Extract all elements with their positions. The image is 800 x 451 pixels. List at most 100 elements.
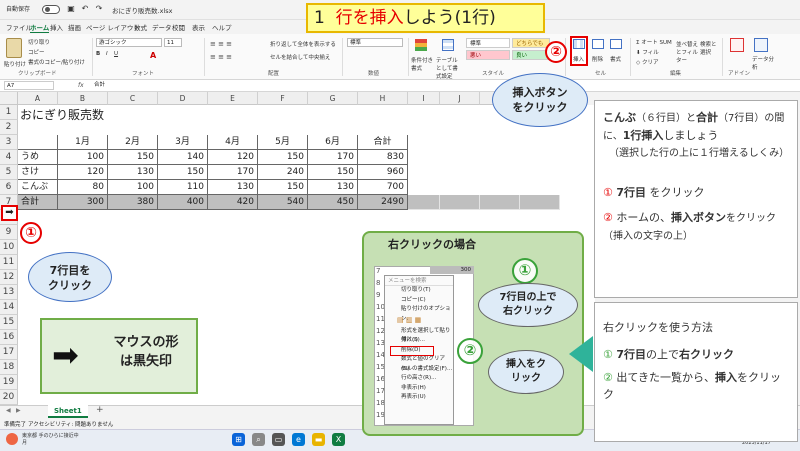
column-header[interactable]: E <box>208 92 258 105</box>
fx-icon[interactable]: fx <box>78 82 84 89</box>
context-menu-item[interactable]: ▤ ▥ ▦ <box>385 315 453 327</box>
format-painter-button[interactable]: 書式のコピー/貼り付け <box>28 58 85 66</box>
name-box[interactable]: A7 <box>4 81 54 90</box>
addins-icon[interactable] <box>730 38 744 52</box>
excel-icon[interactable]: X <box>332 433 345 446</box>
context-menu-item[interactable]: 非表示(H) <box>385 384 453 394</box>
context-menu-item[interactable]: コピー(C) <box>385 296 453 306</box>
row-header[interactable]: 10 <box>0 240 18 255</box>
table-cell[interactable]: 80 <box>58 180 108 195</box>
sort-filter-button[interactable]: 並べ替えとフィルター <box>676 40 698 64</box>
table-cell[interactable]: 170 <box>208 165 258 180</box>
table-cell[interactable]: 120 <box>58 165 108 180</box>
row-header[interactable]: 17 <box>0 345 18 360</box>
align-icons[interactable]: ≡ ≡ ≡ <box>210 40 232 48</box>
font-color-icon[interactable]: A <box>150 51 156 60</box>
delete-button[interactable]: 削除 <box>592 55 603 63</box>
find-select-button[interactable]: 検索と選択 <box>700 40 718 56</box>
tab-home[interactable]: ホーム <box>30 22 50 33</box>
context-menu-item[interactable]: 切り取り(T) <box>385 286 453 296</box>
table-cell[interactable]: 700 <box>358 180 408 195</box>
sheet-tab-sheet1[interactable]: Sheet1 <box>48 405 88 418</box>
add-sheet-button[interactable]: + <box>96 405 104 415</box>
row-header[interactable]: 16 <box>0 330 18 345</box>
cut-button[interactable]: 切り取り <box>28 38 50 46</box>
paste-options-icons[interactable]: ▤ ▥ ▦ <box>397 316 421 326</box>
sheet-title-cell[interactable]: おにぎり販売数 <box>20 106 104 123</box>
tab-page-layout[interactable]: ページ レイアウト <box>86 22 140 32</box>
table-cell[interactable]: 100 <box>58 150 108 165</box>
weather-text[interactable]: 東京都 手のひらに接近中 <box>22 432 79 439</box>
task-view-icon[interactable]: ▭ <box>272 433 285 446</box>
table-cell[interactable]: 420 <box>208 195 258 210</box>
table-cell[interactable]: 2490 <box>358 195 408 210</box>
context-menu-item[interactable]: 挿入(I) <box>385 336 453 346</box>
table-cell[interactable] <box>480 195 520 210</box>
table-cell[interactable]: 130 <box>308 180 358 195</box>
table-cell[interactable]: 300 <box>58 195 108 210</box>
row-header[interactable]: 12 <box>0 270 18 285</box>
table-cell[interactable]: 6月 <box>308 135 358 150</box>
row-header[interactable]: 2 <box>0 120 18 135</box>
tab-scroll-left-icon[interactable]: ◀ <box>6 407 11 414</box>
table-cell[interactable]: 100 <box>108 180 158 195</box>
font-name-select[interactable]: 游ゴシック <box>96 38 162 47</box>
delete-cells-icon[interactable] <box>592 39 604 49</box>
context-menu-item[interactable]: セルの書式設定(F)... <box>385 365 453 375</box>
tab-file[interactable]: ファイル <box>6 22 32 32</box>
tab-view[interactable]: 表示 <box>192 22 205 32</box>
table-cell[interactable]: うめ <box>18 150 58 165</box>
column-header[interactable]: I <box>408 92 440 105</box>
table-cell[interactable] <box>520 195 560 210</box>
tab-formulas[interactable]: 数式 <box>134 22 147 32</box>
table-cell[interactable]: 140 <box>158 150 208 165</box>
column-header[interactable]: F <box>258 92 308 105</box>
table-cell[interactable]: 4月 <box>208 135 258 150</box>
insert-button[interactable]: 挿入 <box>573 55 584 63</box>
format-table-button[interactable]: テーブルとして書式設定 <box>436 56 460 80</box>
autosave-toggle[interactable] <box>42 5 60 14</box>
conditional-format-icon[interactable] <box>415 39 427 51</box>
row-header[interactable]: 20 <box>0 390 18 405</box>
format-cells-icon[interactable] <box>610 39 622 49</box>
table-cell[interactable]: 合計 <box>358 135 408 150</box>
table-cell[interactable]: 130 <box>108 165 158 180</box>
table-cell[interactable]: 240 <box>258 165 308 180</box>
bold-icon[interactable]: B <box>96 51 100 57</box>
tab-scroll-right-icon[interactable]: ▶ <box>16 407 21 414</box>
search-icon[interactable]: ⌕ <box>252 433 265 446</box>
row-header[interactable]: 13 <box>0 285 18 300</box>
edge-icon[interactable]: e <box>292 433 305 446</box>
clear-button[interactable]: ◇ クリア <box>636 58 659 66</box>
column-header[interactable]: D <box>158 92 208 105</box>
row-header[interactable]: 9 <box>0 225 18 240</box>
table-cell[interactable] <box>440 195 480 210</box>
row-header[interactable]: 14 <box>0 300 18 315</box>
merge-center-button[interactable]: セルを結合して中央揃え <box>270 53 330 61</box>
paste-icon[interactable] <box>6 38 22 58</box>
paste-button[interactable]: 貼り付け <box>4 60 26 68</box>
style-bad[interactable]: 悪い <box>466 50 510 60</box>
align-icons-2[interactable]: ≡ ≡ ≡ <box>210 53 232 61</box>
table-cell[interactable]: 450 <box>308 195 358 210</box>
select-all-corner[interactable] <box>0 92 18 105</box>
status-accessibility[interactable]: アクセシビリティ: 問題ありません <box>28 420 113 428</box>
weather-icon[interactable] <box>6 433 18 445</box>
column-header[interactable]: H <box>358 92 408 105</box>
copy-button[interactable]: コピー <box>28 48 45 56</box>
row-header[interactable]: 5 <box>0 165 18 180</box>
row-header[interactable]: 11 <box>0 255 18 270</box>
format-table-icon[interactable] <box>442 39 454 51</box>
explorer-icon[interactable]: ▬ <box>312 433 325 446</box>
table-cell[interactable]: 150 <box>308 165 358 180</box>
table-cell[interactable]: 150 <box>108 150 158 165</box>
table-cell[interactable]: 150 <box>258 180 308 195</box>
row-header[interactable]: 3 <box>0 135 18 150</box>
table-cell[interactable]: 960 <box>358 165 408 180</box>
number-format-select[interactable]: 標準 <box>347 38 403 47</box>
save-icon[interactable]: ▣ <box>66 4 76 14</box>
context-menu-item[interactable]: 再表示(U) <box>385 393 453 403</box>
style-neutral[interactable]: どちらでも <box>512 38 550 48</box>
context-menu-search[interactable]: メニューを検索 <box>385 276 453 286</box>
table-cell[interactable]: 150 <box>158 165 208 180</box>
